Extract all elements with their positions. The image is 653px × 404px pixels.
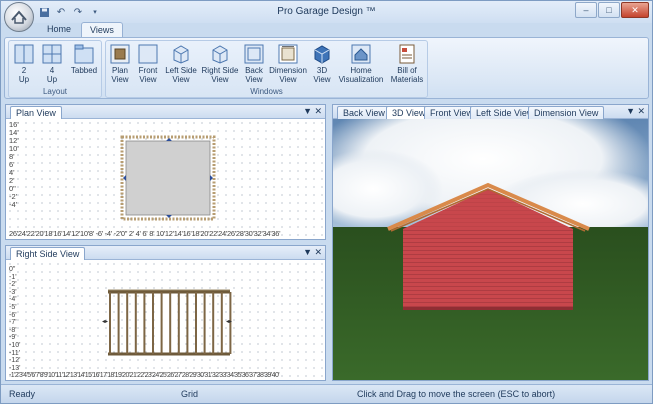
panel-menu-icon[interactable]: ▼ xyxy=(303,106,312,116)
tab-right-side-view[interactable]: Right Side View xyxy=(10,247,86,260)
plan-grid-canvas[interactable]: 16' 14' 12' 10' 8' 6' 4' 2' 0" -2' -4' 26'24'22'20… xyxy=(6,119,325,239)
window-controls: – □ ✕ xyxy=(575,2,649,18)
left-side-view-button[interactable]: Left Side View xyxy=(164,44,198,84)
plan-view-label: Plan View xyxy=(111,66,129,84)
minimize-button[interactable]: – xyxy=(575,2,597,18)
back-view-icon xyxy=(244,44,264,64)
plan-x-ruler: 26'24'22'20'18'16'14'12'10'8' -6' -4' -2… xyxy=(9,229,281,238)
plan-view-button[interactable]: Plan View xyxy=(108,44,132,84)
dimension-view-button[interactable]: Dimension View xyxy=(268,44,308,84)
side-y-tick: -4' xyxy=(9,296,17,304)
left-side-view-label: Left Side View xyxy=(165,66,197,84)
layout-group-title: Layout xyxy=(42,87,68,96)
tab-dimension-view[interactable]: Dimension View xyxy=(528,106,605,119)
home-visualization-label: Home Visualization xyxy=(338,66,384,84)
two-up-button[interactable]: 2 Up xyxy=(12,44,36,84)
3d-view-panel: Back View 3D View Front View Left Side V… xyxy=(332,104,649,381)
front-view-label: Front View xyxy=(138,66,158,84)
bill-of-materials-label: Bill of Materials xyxy=(390,66,424,84)
right-side-view-icon xyxy=(212,45,228,64)
status-ready: Ready xyxy=(9,389,36,399)
window-title: Pro Garage Design ™ xyxy=(277,6,376,17)
right-side-view-button[interactable]: Right Side View xyxy=(200,44,240,84)
windows-group-title: Windows xyxy=(250,87,283,96)
side-y-tick: -12' xyxy=(9,357,21,365)
side-y-tick: -6' xyxy=(9,311,17,319)
side-y-tick: -2' xyxy=(9,281,17,289)
panel-close-icon[interactable]: ✕ xyxy=(637,106,645,117)
tab-back-view[interactable]: Back View xyxy=(337,106,391,119)
bill-of-materials-button[interactable]: Bill of Materials xyxy=(389,44,425,84)
ribbon: 2 Up 4 Up Tabbed Layout Plan View Front … xyxy=(4,37,649,99)
app-logo-icon xyxy=(11,10,27,24)
side-y-tick: -3' xyxy=(9,288,17,296)
application-menu-button[interactable] xyxy=(4,2,34,32)
panel-menu-icon[interactable]: ▼ xyxy=(303,247,312,257)
3d-view-label: 3D View xyxy=(313,66,331,84)
app-window: ↶ ↷ ▾ Pro Garage Design ™ – □ ✕ Home Vie… xyxy=(0,0,653,404)
tabbed-label: Tabbed xyxy=(70,66,98,75)
title-bar: ↶ ↷ ▾ Pro Garage Design ™ – □ ✕ xyxy=(1,1,652,32)
side-y-tick: 0" xyxy=(9,266,16,273)
plan-view-header: Plan View ▼ ✕ xyxy=(6,105,325,119)
svg-text:◂▸: ◂▸ xyxy=(102,319,108,325)
panel-menu-icon[interactable]: ▼ xyxy=(626,106,635,116)
two-up-label: 2 Up xyxy=(18,66,30,84)
wall-framing-drawing[interactable]: ◂▸ ◂▸ xyxy=(102,286,236,360)
side-y-ruler: 0" -1' -2' -3' -4' -5' -6' -7' -8' -9' -10' -11' -12… xyxy=(9,266,20,372)
maximize-button[interactable]: □ xyxy=(598,2,620,18)
left-side-view-icon xyxy=(173,45,189,64)
status-grid[interactable]: Grid xyxy=(181,389,198,399)
3d-view-icon xyxy=(314,45,330,64)
right-side-view-label: Right Side View xyxy=(201,66,239,84)
side-y-tick: -8' xyxy=(9,326,17,334)
tab-plan-view[interactable]: Plan View xyxy=(10,106,62,119)
right-side-view-panel: Right Side View ▼ ✕ 0" -1' -2' -3' -4' -5' -6'… xyxy=(5,245,326,381)
3d-view-button[interactable]: 3D View xyxy=(309,44,335,84)
3d-view-header: Back View 3D View Front View Left Side V… xyxy=(333,105,648,119)
home-visualization-icon xyxy=(351,44,371,64)
panel-close-icon[interactable]: ✕ xyxy=(314,247,322,258)
svg-text:◂▸: ◂▸ xyxy=(226,319,232,325)
back-view-label: Back View xyxy=(245,66,263,84)
four-up-icon xyxy=(42,44,62,64)
four-up-button[interactable]: 4 Up xyxy=(40,44,64,84)
garage-plan-drawing[interactable] xyxy=(120,135,216,221)
plan-view-panel: Plan View ▼ ✕ 16' 14' 12' 10' 8' 6' 4' 2' 0" -2' -… xyxy=(5,104,326,240)
side-y-tick: -7' xyxy=(9,319,17,327)
dimension-view-label: Dimension View xyxy=(269,66,307,84)
side-y-tick: -10' xyxy=(9,341,21,349)
back-view-button[interactable]: Back View xyxy=(240,44,268,84)
bill-of-materials-icon xyxy=(399,44,415,64)
side-x-ruler: -1'2'3'4'5'6'7'8'9'10'11'12'13'14'15'16'… xyxy=(9,372,280,379)
tab-home[interactable]: Home xyxy=(39,22,79,37)
plan-view-icon xyxy=(110,44,130,64)
four-up-label: 4 Up xyxy=(46,66,58,84)
tab-views[interactable]: Views xyxy=(81,22,123,37)
plan-y-ruler: 16' 14' 12' 10' 8' 6' 4' 2' 0" -2' -4' xyxy=(9,121,19,209)
side-y-tick: -5' xyxy=(9,303,17,311)
tabbed-icon xyxy=(74,44,94,64)
side-grid-canvas[interactable]: 0" -1' -2' -3' -4' -5' -6' -7' -8' -9' -10' -11' -12… xyxy=(6,260,325,380)
side-y-tick: -11' xyxy=(9,349,20,357)
status-bar: Ready Grid Click and Drag to move the sc… xyxy=(1,384,652,403)
ribbon-tabs: Home Views xyxy=(39,22,123,37)
close-button[interactable]: ✕ xyxy=(621,2,649,18)
home-visualization-button[interactable]: Home Visualization xyxy=(336,44,386,84)
side-y-tick: -9' xyxy=(9,334,17,342)
two-up-icon xyxy=(14,44,34,64)
status-hint: Click and Drag to move the screen (ESC t… xyxy=(357,389,556,399)
panel-close-icon[interactable]: ✕ xyxy=(314,106,322,117)
3d-scene-canvas[interactable] xyxy=(333,119,648,380)
plan-y-tick: -4' xyxy=(9,200,18,209)
tabbed-button[interactable]: Tabbed xyxy=(69,44,99,75)
dimension-view-icon xyxy=(278,44,298,64)
front-view-button[interactable]: Front View xyxy=(134,44,162,84)
layout-group: 2 Up 4 Up Tabbed Layout xyxy=(8,40,102,98)
right-side-view-header: Right Side View ▼ ✕ xyxy=(6,246,325,260)
side-y-tick: -1' xyxy=(9,273,17,281)
windows-group: Plan View Front View Left Side View Righ… xyxy=(105,40,428,98)
front-view-icon xyxy=(138,44,158,64)
